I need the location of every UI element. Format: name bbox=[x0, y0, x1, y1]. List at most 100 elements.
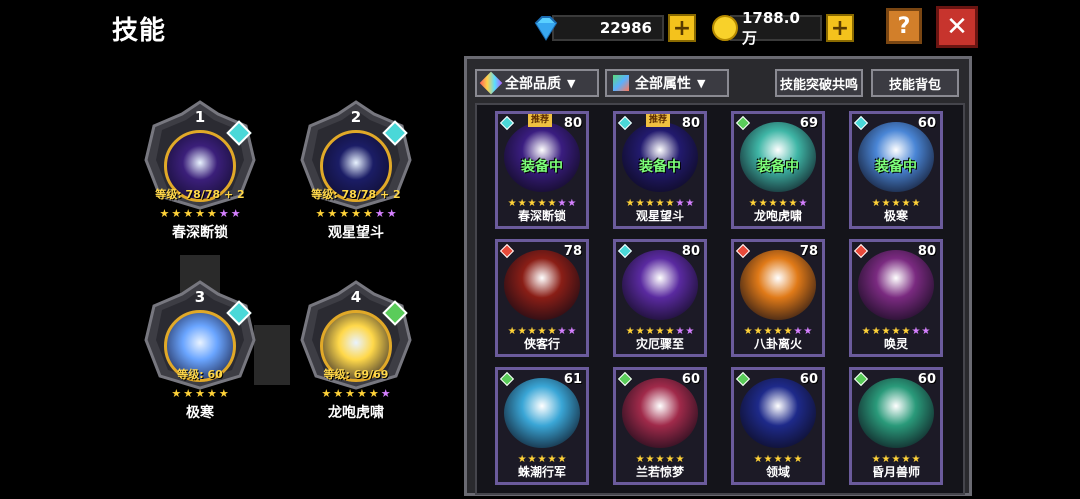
skill-card[interactable]: 78 ★ ★ ★ ★ ★ ★ ★ 侠客行 bbox=[495, 239, 589, 357]
star-icon: ★ bbox=[547, 326, 557, 337]
star-icon: ★ bbox=[537, 198, 547, 209]
star-icon: ★ bbox=[753, 454, 763, 465]
add-gold-button[interactable]: + bbox=[826, 14, 854, 42]
star-icon: ★ bbox=[645, 326, 655, 337]
purple-star-icon: ★ bbox=[557, 326, 567, 337]
element-icon bbox=[617, 115, 633, 131]
star-icon: ★ bbox=[635, 454, 645, 465]
star-icon: ★ bbox=[763, 454, 773, 465]
skill-card[interactable]: 61 ★ ★ ★ ★ ★ 蛛潮行军 bbox=[495, 367, 589, 485]
star-rating: ★ ★ ★ ★ ★ ★ ★ bbox=[616, 326, 704, 337]
equipped-label: 装备中 bbox=[639, 159, 681, 175]
star-icon: ★ bbox=[645, 454, 655, 465]
skill-art bbox=[504, 250, 580, 320]
equipped-slot-1[interactable]: 1 等级: 78/78 + 2 ★ ★ ★ ★ ★ ★ ★ 春深断锁 bbox=[130, 100, 270, 242]
star-icon: ★ bbox=[537, 454, 547, 465]
resonance-button[interactable]: 技能突破共鸣 bbox=[775, 69, 863, 97]
star-icon: ★ bbox=[881, 454, 891, 465]
gem-amount: 22986 bbox=[552, 15, 664, 41]
skill-card[interactable]: 60 ★ ★ ★ ★ ★ 领域 bbox=[731, 367, 825, 485]
element-icon bbox=[853, 243, 869, 259]
help-button[interactable]: ? bbox=[886, 8, 922, 44]
star-icon: ★ bbox=[507, 198, 517, 209]
star-icon: ★ bbox=[743, 326, 753, 337]
star-icon: ★ bbox=[625, 326, 635, 337]
skill-art bbox=[858, 378, 934, 448]
skill-card[interactable]: 69 装备中 ★ ★ ★ ★ ★ ★ 龙咆虎啸 bbox=[731, 111, 825, 229]
star-icon: ★ bbox=[547, 198, 557, 209]
slot-number: 2 bbox=[350, 108, 362, 126]
element-icon bbox=[499, 371, 515, 387]
skill-card[interactable]: 60 装备中 ★ ★ ★ ★ ★ 极寒 bbox=[849, 111, 943, 229]
skill-level: 60 bbox=[681, 372, 700, 387]
star-icon: ★ bbox=[655, 326, 665, 337]
element-icon bbox=[853, 371, 869, 387]
star-rating: ★ ★ ★ ★ ★ bbox=[852, 454, 940, 465]
attribute-filter-dropdown[interactable]: 全部属性 ▼ bbox=[605, 69, 729, 97]
skill-level: 60 bbox=[917, 116, 936, 131]
slot-frame: 2 等级: 78/78 + 2 bbox=[296, 100, 416, 210]
skill-grid: 推荐 80 装备中 ★ ★ ★ ★ ★ ★ ★ 春深断锁 推荐 80 装备中 ★ ★ ★ ★ ★ ★ ★… bbox=[475, 103, 965, 495]
star-rating: ★ ★ ★ ★ ★ ★ ★ bbox=[498, 326, 586, 337]
slot-skill-name: 极寒 bbox=[186, 405, 214, 421]
star-rating: ★ ★ ★ ★ ★ ★ ★ bbox=[498, 198, 586, 209]
skill-level: 61 bbox=[563, 372, 582, 387]
add-gems-button[interactable]: + bbox=[668, 14, 696, 42]
star-icon: ★ bbox=[655, 454, 665, 465]
star-icon: ★ bbox=[675, 454, 685, 465]
slot-level: 等级: 60 bbox=[177, 368, 223, 381]
gold-currency: 1788.0万 + bbox=[712, 9, 854, 47]
recommended-badge: 推荐 bbox=[646, 114, 671, 127]
slot-frame: 1 等级: 78/78 + 2 bbox=[140, 100, 260, 210]
quality-filter-dropdown[interactable]: 全部品质 ▼ bbox=[475, 69, 599, 97]
skill-name: 八卦离火 bbox=[753, 337, 802, 351]
skill-level: 69 bbox=[799, 116, 818, 131]
skill-level: 78 bbox=[563, 244, 582, 259]
star-icon: ★ bbox=[871, 454, 881, 465]
star-icon: ★ bbox=[911, 454, 921, 465]
skill-card[interactable]: 80 ★ ★ ★ ★ ★ ★ ★ 唤灵 bbox=[849, 239, 943, 357]
star-icon: ★ bbox=[758, 198, 768, 209]
purple-star-icon: ★ bbox=[685, 326, 695, 337]
star-rating: ★ ★ ★ ★ ★ bbox=[498, 454, 586, 465]
skill-card[interactable]: 78 ★ ★ ★ ★ ★ ★ ★ 八卦离火 bbox=[731, 239, 825, 357]
quality-icon bbox=[479, 71, 503, 95]
star-icon: ★ bbox=[871, 198, 881, 209]
star-icon: ★ bbox=[665, 198, 675, 209]
quality-filter-label: 全部品质 bbox=[505, 76, 561, 92]
purple-star-icon: ★ bbox=[557, 198, 567, 209]
skill-card[interactable]: 推荐 80 装备中 ★ ★ ★ ★ ★ ★ ★ 观星望斗 bbox=[613, 111, 707, 229]
equipped-slot-2[interactable]: 2 等级: 78/78 + 2 ★ ★ ★ ★ ★ ★ ★ 观星望斗 bbox=[286, 100, 426, 242]
attribute-icon bbox=[613, 75, 629, 91]
skill-level: 80 bbox=[681, 116, 700, 131]
equipped-label: 装备中 bbox=[521, 159, 563, 175]
purple-star-icon: ★ bbox=[685, 198, 695, 209]
close-button[interactable]: ✕ bbox=[936, 6, 978, 48]
skill-card[interactable]: 60 ★ ★ ★ ★ ★ 昏月兽师 bbox=[849, 367, 943, 485]
skill-card[interactable]: 推荐 80 装备中 ★ ★ ★ ★ ★ ★ ★ 春深断锁 bbox=[495, 111, 589, 229]
equipped-slot-3[interactable]: 3 等级: 60 ★ ★ ★ ★ ★ 极寒 bbox=[130, 280, 270, 422]
slot-skill-name: 观星望斗 bbox=[328, 225, 384, 241]
skill-level: 80 bbox=[917, 244, 936, 259]
star-icon: ★ bbox=[527, 454, 537, 465]
star-icon: ★ bbox=[783, 454, 793, 465]
purple-star-icon: ★ bbox=[911, 326, 921, 337]
purple-star-icon: ★ bbox=[567, 326, 577, 337]
purple-star-icon: ★ bbox=[921, 326, 931, 337]
skill-card[interactable]: 60 ★ ★ ★ ★ ★ 兰若惊梦 bbox=[613, 367, 707, 485]
star-icon: ★ bbox=[911, 198, 921, 209]
star-rating: ★ ★ ★ ★ ★ ★ ★ bbox=[852, 326, 940, 337]
star-rating: ★ ★ ★ ★ ★ ★ bbox=[734, 198, 822, 209]
star-icon: ★ bbox=[778, 198, 788, 209]
skill-art bbox=[504, 378, 580, 448]
slot-skill-name: 龙咆虎啸 bbox=[328, 405, 384, 421]
slot-level: 等级: 78/78 + 2 bbox=[311, 188, 401, 201]
skill-card[interactable]: 80 ★ ★ ★ ★ ★ ★ ★ 灾厄骤至 bbox=[613, 239, 707, 357]
skill-inventory-panel: 全部品质 ▼ 全部属性 ▼ 技能突破共鸣 技能背包 推荐 80 装备中 ★ ★ ★ ★… bbox=[464, 56, 972, 496]
star-icon: ★ bbox=[517, 454, 527, 465]
skill-bag-button[interactable]: 技能背包 bbox=[871, 69, 959, 97]
equipped-label: 装备中 bbox=[875, 159, 917, 175]
skill-level: 60 bbox=[799, 372, 818, 387]
equipped-slot-4[interactable]: 4 等级: 69/69 ★ ★ ★ ★ ★ ★ 龙咆虎啸 bbox=[286, 280, 426, 422]
star-rating: ★ ★ ★ ★ ★ ★ ★ bbox=[734, 326, 822, 337]
